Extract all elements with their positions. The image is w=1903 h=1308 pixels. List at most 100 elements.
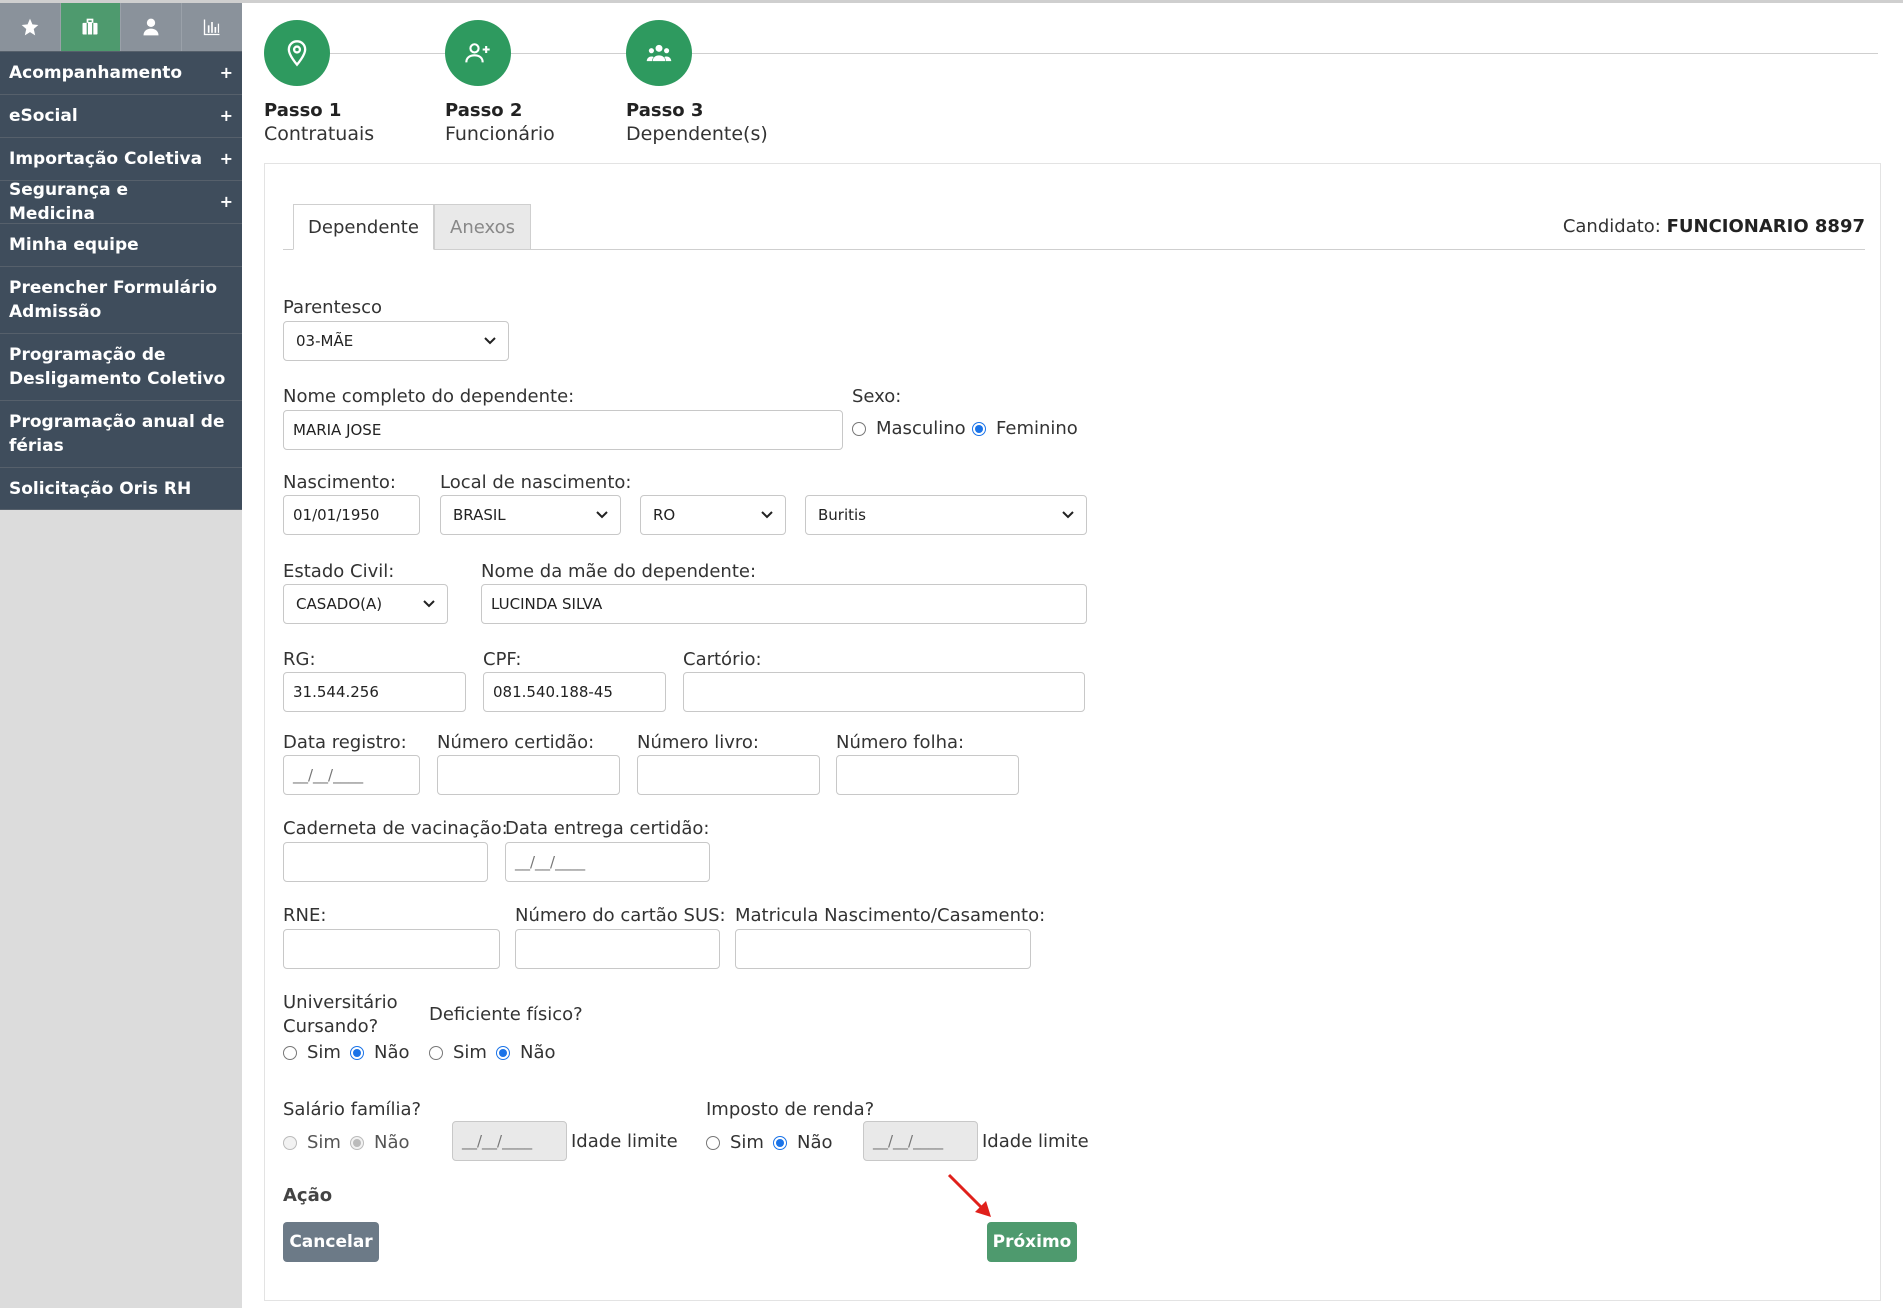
universitario-label-2: Cursando? (283, 1016, 379, 1037)
radio-circle (283, 1045, 297, 1060)
sidebar-item-label: Acompanhamento (9, 63, 183, 83)
step-circle (626, 20, 692, 86)
radio-label: Sim (453, 1042, 487, 1063)
sidebar-item-label: Programação anual de (9, 412, 225, 432)
step-title: Passo 2 (445, 100, 523, 121)
expand-plus-icon: + (219, 63, 233, 82)
expand-plus-icon: + (219, 106, 233, 125)
sidebar-item-seguranca-medicina[interactable]: Segurança e Medicina + (0, 180, 242, 224)
salario-familia-date-input[interactable]: __/__/____ (452, 1121, 567, 1161)
red-arrow-annotation-icon (947, 1173, 991, 1217)
data-entrega-label: Data entrega certidão: (505, 818, 710, 839)
numero-livro-input[interactable] (637, 755, 820, 795)
sidebar-item-minha-equipe[interactable]: Minha equipe (0, 223, 242, 266)
radio-circle (350, 1135, 364, 1150)
step-3[interactable]: Passo 3 Dependente(s) (626, 20, 786, 145)
radio-circle (706, 1135, 720, 1150)
sidebar-item-preencher-formulario[interactable]: Preencher Formulário Admissão (0, 266, 242, 333)
radio-label: Sim (307, 1132, 341, 1153)
sexo-masculino-radio[interactable]: Masculino (852, 418, 966, 439)
sidebar-item-importacao-coletiva[interactable]: Importação Coletiva + (0, 137, 242, 180)
sexo-feminino-radio[interactable]: Feminino (972, 418, 1078, 439)
radio-label: Não (797, 1132, 833, 1153)
rne-input[interactable] (283, 929, 500, 969)
parentesco-value: 03-MÃE (296, 332, 354, 350)
sidebar-tab-favorites[interactable] (0, 3, 61, 51)
sidebar: Acompanhamento + eSocial + Importação Co… (0, 3, 242, 1308)
sidebar-item-label: Segurança e Medicina (9, 180, 128, 224)
radio-circle (972, 421, 986, 436)
tab-dependente[interactable]: Dependente (293, 204, 434, 250)
sidebar-item-label: Desligamento Coletivo (9, 369, 226, 389)
sidebar-item-label: Admissão (9, 302, 102, 322)
local-nascimento-label: Local de nascimento: (440, 472, 632, 493)
radio-label: Masculino (876, 418, 966, 439)
acao-label: Ação (283, 1185, 333, 1206)
sidebar-item-ferias[interactable]: Programação anual de férias (0, 400, 242, 467)
rg-input[interactable]: 31.544.256 (283, 672, 466, 712)
cancel-button[interactable]: Cancelar (283, 1222, 379, 1262)
sus-input[interactable] (515, 929, 720, 969)
nascimento-input[interactable]: 01/01/1950 (283, 495, 420, 535)
sidebar-tab-work[interactable] (60, 3, 121, 51)
caderneta-input[interactable] (283, 842, 488, 882)
pais-select[interactable]: BRASIL (440, 495, 621, 535)
universitario-label: Universitário (283, 992, 398, 1013)
imposto-renda-nao-radio[interactable]: Não (773, 1132, 833, 1153)
salario-familia-idade-label: Idade limite (571, 1131, 678, 1152)
radio-circle (429, 1045, 443, 1060)
nome-mae-input[interactable]: LUCINDA SILVA (481, 584, 1087, 624)
user-icon (143, 18, 159, 36)
matricula-input[interactable] (735, 929, 1031, 969)
radio-circle (496, 1045, 510, 1060)
estado-civil-select[interactable]: CASADO(A) (283, 584, 448, 624)
tab-anexos[interactable]: Anexos (434, 204, 531, 250)
numero-folha-input[interactable] (836, 755, 1019, 795)
estado-civil-label: Estado Civil: (283, 561, 395, 582)
sidebar-item-acompanhamento[interactable]: Acompanhamento + (0, 51, 242, 94)
salario-familia-nao-radio[interactable]: Não (350, 1132, 410, 1153)
radio-circle (350, 1045, 364, 1060)
uf-select[interactable]: RO (640, 495, 786, 535)
sidebar-item-label: Importação Coletiva (9, 149, 203, 169)
sidebar-item-label: Solicitação Oris RH (9, 478, 192, 499)
step-subtitle: Funcionário (445, 123, 555, 145)
radio-circle (852, 421, 866, 436)
user-plus-icon (465, 43, 490, 63)
data-registro-input[interactable]: __/__/____ (283, 755, 420, 795)
candidate-info: Candidato: FUNCIONARIO 8897 (1563, 216, 1865, 237)
next-button[interactable]: Próximo (987, 1222, 1077, 1262)
form-tabs: Dependente Anexos Candidato: FUNCIONARIO… (283, 204, 1865, 250)
radio-label: Não (520, 1042, 556, 1063)
parentesco-select[interactable]: 03-MÃE (283, 321, 509, 361)
cpf-input[interactable]: 081.540.188-45 (483, 672, 666, 712)
deficiente-sim-radio[interactable]: Sim (429, 1042, 487, 1063)
universitario-nao-radio[interactable]: Não (350, 1042, 410, 1063)
rg-label: RG: (283, 649, 316, 670)
step-1[interactable]: Passo 1 Contratuais (264, 20, 424, 145)
candidate-name: FUNCIONARIO 8897 (1666, 216, 1865, 237)
deficiente-nao-radio[interactable]: Não (496, 1042, 556, 1063)
numero-certidao-label: Número certidão: (437, 732, 595, 753)
chevron-down-icon (484, 337, 496, 345)
sidebar-tab-profile[interactable] (121, 3, 182, 51)
sidebar-item-label: Preencher Formulário (9, 278, 218, 298)
salario-familia-sim-radio[interactable]: Sim (283, 1132, 341, 1153)
cartorio-input[interactable] (683, 672, 1085, 712)
sidebar-item-esocial[interactable]: eSocial + (0, 94, 242, 137)
sidebar-tab-reports[interactable] (182, 3, 243, 51)
imposto-renda-sim-radio[interactable]: Sim (706, 1132, 764, 1153)
sidebar-item-solicitacao-oris[interactable]: Solicitação Oris RH (0, 467, 242, 510)
expand-plus-icon: + (219, 192, 233, 211)
caderneta-label: Caderneta de vacinação: (283, 818, 508, 839)
nascimento-label: Nascimento: (283, 472, 396, 493)
step-2[interactable]: Passo 2 Funcionário (445, 20, 605, 145)
nome-input[interactable]: MARIA JOSE (283, 410, 843, 450)
sidebar-item-desligamento-coletivo[interactable]: Programação de Desligamento Coletivo (0, 333, 242, 400)
cidade-select[interactable]: Buritis (805, 495, 1087, 535)
universitario-sim-radio[interactable]: Sim (283, 1042, 341, 1063)
numero-certidao-input[interactable] (437, 755, 620, 795)
imposto-renda-date-input[interactable]: __/__/____ (863, 1121, 978, 1161)
cpf-label: CPF: (483, 649, 522, 670)
data-entrega-input[interactable]: __/__/____ (505, 842, 710, 882)
